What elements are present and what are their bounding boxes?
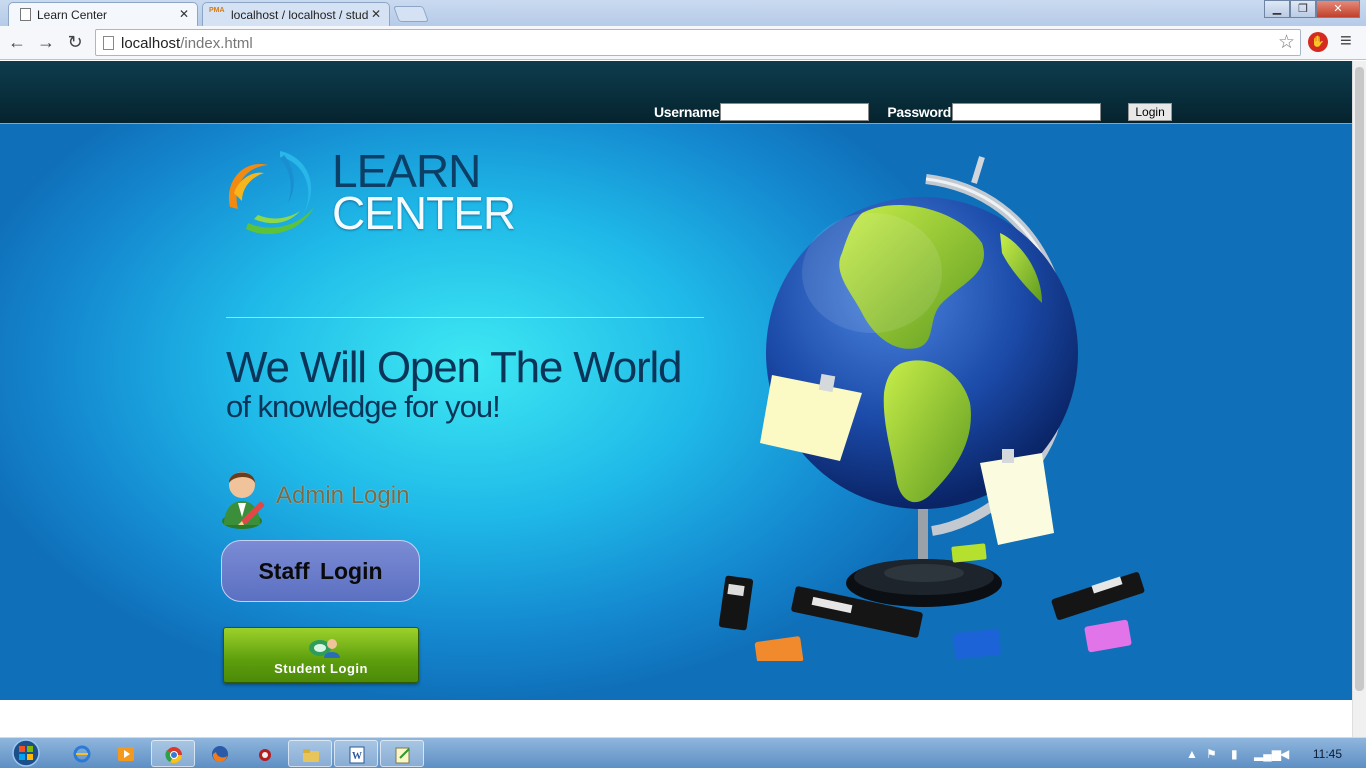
- student-login-button[interactable]: Student Login: [223, 627, 419, 683]
- forward-arrow-icon[interactable]: →: [35, 32, 57, 53]
- browser-tabstrip: Learn Center ✕ PMA localhost / localhost…: [0, 0, 1366, 26]
- divider: [226, 317, 704, 318]
- student-login-label: Student Login: [274, 661, 368, 676]
- url-text: localhost/index.html: [121, 35, 253, 52]
- vertical-scrollbar[interactable]: [1352, 61, 1366, 737]
- phpmyadmin-icon: PMA: [209, 7, 225, 14]
- show-hidden-icons-icon[interactable]: ▲: [1186, 747, 1198, 761]
- site-header: Username Password Login: [0, 61, 1352, 124]
- learn-center-logo: LEARN CENTER: [224, 145, 516, 237]
- page-viewport: Username Password Login LEARN CENTER We …: [0, 61, 1352, 737]
- username-input[interactable]: [720, 103, 870, 121]
- window-controls: ▁ ❐ ✕: [1264, 0, 1360, 18]
- adblock-icon[interactable]: ✋: [1308, 32, 1328, 52]
- volume-icon[interactable]: ◀: [1280, 747, 1289, 761]
- app-icon[interactable]: [243, 740, 287, 767]
- media-player-icon[interactable]: [104, 740, 148, 767]
- close-tab-icon[interactable]: ✕: [371, 7, 381, 21]
- scrollbar-thumb[interactable]: [1355, 67, 1364, 691]
- maximize-button[interactable]: ❐: [1290, 0, 1316, 18]
- url-host: localhost: [121, 35, 181, 52]
- password-label: Password: [887, 104, 952, 120]
- tab-phpmyadmin[interactable]: PMA localhost / localhost / stud ✕: [202, 2, 390, 26]
- network-signal-icon[interactable]: ▂▄▆: [1254, 747, 1281, 761]
- admin-login-link[interactable]: Admin Login: [220, 463, 440, 529]
- system-tray: ▲ ⚑ ▮ ▂▄▆ ◀ 11:45: [1146, 738, 1366, 769]
- tab-label: Learn Center: [37, 8, 108, 22]
- login-button[interactable]: Login: [1128, 103, 1173, 121]
- firefox-icon[interactable]: [198, 740, 242, 767]
- url-path: /index.html: [180, 35, 253, 52]
- subheadline: of knowledge for you!: [226, 389, 501, 424]
- browser-toolbar: ← → ↻ localhost/index.html ☆ ✋ ≡: [0, 26, 1366, 60]
- staff-login-button[interactable]: Staff Login: [221, 540, 420, 602]
- username-label: Username: [654, 104, 720, 120]
- headline: We Will Open The World: [226, 343, 683, 392]
- windows-taskbar: W ▲ ⚑ ▮ ▂▄▆ ◀ 11:45: [0, 737, 1366, 768]
- bookmark-star-icon[interactable]: ☆: [1278, 31, 1295, 54]
- page-icon: [20, 8, 31, 21]
- back-arrow-icon[interactable]: ←: [6, 32, 28, 53]
- taskbar-clock[interactable]: 11:45: [1313, 747, 1342, 761]
- close-tab-icon[interactable]: ✕: [179, 7, 189, 21]
- chrome-icon[interactable]: [151, 740, 195, 767]
- hero-banner: LEARN CENTER We Will Open The World of k…: [0, 124, 1352, 700]
- file-explorer-icon[interactable]: [288, 740, 332, 767]
- globe-illustration: [718, 156, 1145, 661]
- page-icon: [103, 36, 114, 50]
- address-bar[interactable]: localhost/index.html ☆: [95, 29, 1301, 56]
- internet-explorer-icon[interactable]: [60, 740, 104, 767]
- tab-learn-center[interactable]: Learn Center ✕: [8, 2, 198, 26]
- tab-label: localhost / localhost / stud: [231, 8, 369, 22]
- admin-login-label: Admin Login: [276, 482, 410, 509]
- word-icon[interactable]: W: [334, 740, 378, 767]
- menu-icon[interactable]: ≡: [1340, 30, 1352, 53]
- sticky-note-right: [980, 449, 1054, 545]
- close-window-button[interactable]: ✕: [1316, 0, 1360, 18]
- password-input[interactable]: [952, 103, 1102, 121]
- logo-center-text: CENTER: [332, 187, 516, 239]
- notepad-icon[interactable]: [380, 740, 424, 767]
- svg-text:W: W: [352, 751, 362, 762]
- action-center-flag-icon[interactable]: ⚑: [1206, 747, 1217, 761]
- admin-user-icon: [220, 463, 270, 529]
- battery-icon[interactable]: ▮: [1231, 747, 1238, 761]
- logo-learn-text: LEARN: [332, 145, 481, 197]
- minimize-button[interactable]: ▁: [1264, 0, 1290, 18]
- login-form: Username Password Login: [654, 103, 1173, 121]
- reload-icon[interactable]: ↻: [64, 32, 86, 53]
- logo-swirl-icon: [228, 151, 314, 235]
- student-icon: [309, 639, 340, 658]
- start-orb-icon[interactable]: [6, 738, 46, 769]
- new-tab-button[interactable]: [393, 6, 429, 22]
